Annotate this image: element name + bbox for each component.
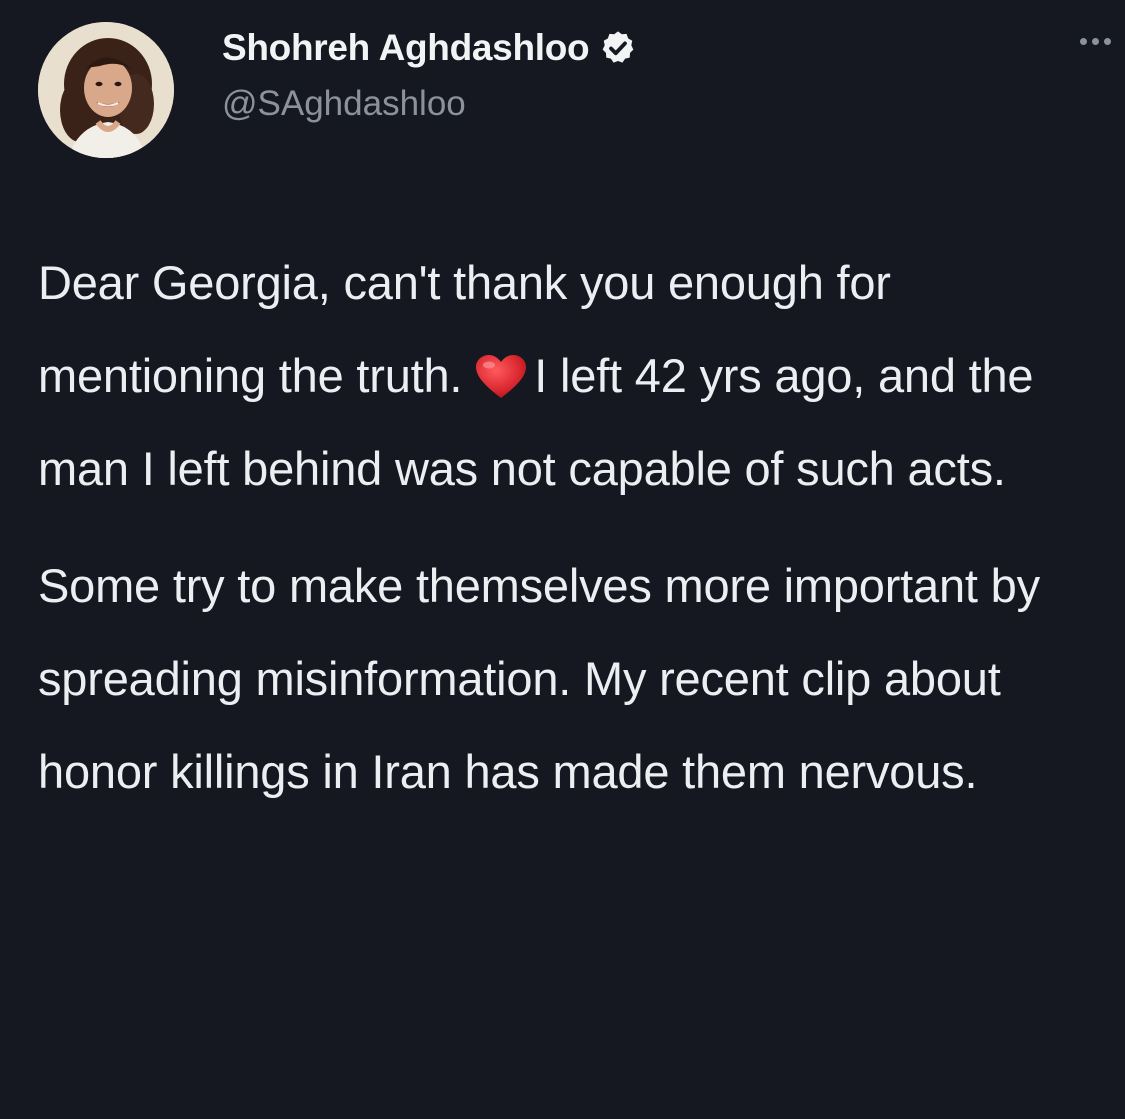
verified-badge-icon <box>599 29 637 67</box>
more-dot <box>1092 38 1099 45</box>
tweet-card: Shohreh Aghdashloo @SAghdashloo Dear Geo… <box>0 0 1125 1119</box>
avatar[interactable] <box>38 22 174 158</box>
heart-emoji-icon <box>474 337 528 398</box>
display-name[interactable]: Shohreh Aghdashloo <box>222 27 590 69</box>
more-dot <box>1080 38 1087 45</box>
user-handle[interactable]: @SAghdashloo <box>222 84 466 124</box>
author-name-row: Shohreh Aghdashloo <box>222 26 637 70</box>
tweet-paragraph: Some try to make themselves more importa… <box>38 559 1040 798</box>
tweet-text: Dear Georgia, can't thank you enough for… <box>38 236 1113 818</box>
tweet-paragraph: Dear Georgia, can't thank you enough for… <box>38 236 1113 515</box>
more-options-icon[interactable] <box>1080 38 1111 45</box>
more-dot <box>1104 38 1111 45</box>
